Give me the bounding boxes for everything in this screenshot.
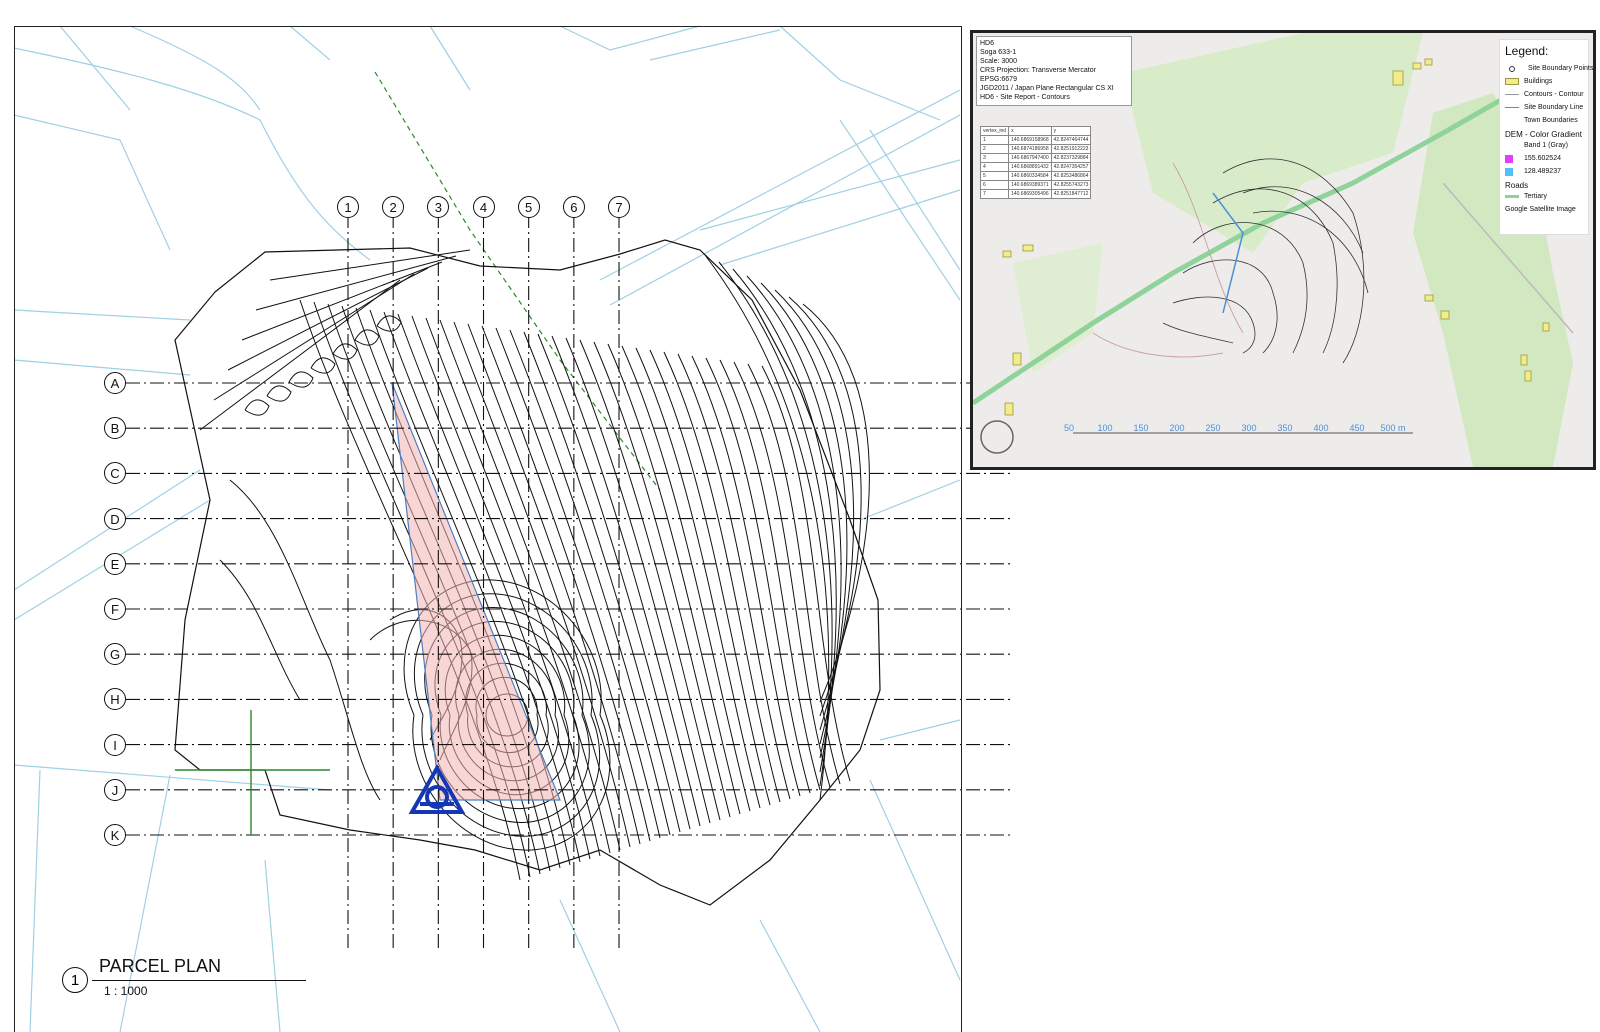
- grid-column-bubble[interactable]: 6: [562, 196, 585, 218]
- table-header-row: vertex_ind x y: [979, 126, 1092, 136]
- table-cell: 3: [979, 153, 1010, 163]
- map-info-box: HD6 Soga 633-1 Scale: 3000 CRS Projectio…: [976, 36, 1132, 106]
- scale-bar: 50 100 150 200 250 300 350 400 450 500 m: [1051, 423, 1411, 433]
- table-cell: 42.8247354257: [1050, 162, 1092, 172]
- scale-label: 350: [1277, 423, 1293, 433]
- table-cell: 1: [979, 135, 1010, 145]
- scale-label: 450: [1349, 423, 1365, 433]
- grid-column-bubble[interactable]: 5: [517, 196, 540, 218]
- map-legend: Legend: Site Boundary Points Buildings C…: [1499, 39, 1593, 235]
- table-row: 6 140.6869389371 42.8255743273: [979, 180, 1092, 190]
- table-cell: 140.6867947400: [1008, 153, 1052, 163]
- legend-item: Tertiary: [1505, 190, 1583, 203]
- table-cell: 6: [979, 180, 1010, 190]
- info-line: Soga 633-1: [980, 49, 1017, 56]
- gradient-high-icon: [1505, 154, 1513, 163]
- info-line: CRS Projection: Transverse Mercator: [980, 67, 1096, 74]
- grid-row-bubble[interactable]: I: [104, 733, 126, 756]
- sheet-border: [14, 26, 962, 1032]
- view-scale: 1 : 1000: [104, 984, 148, 998]
- legend-item: Contours - Contour: [1505, 88, 1584, 101]
- scale-label: 250: [1205, 423, 1221, 433]
- table-cell: 5: [979, 171, 1010, 181]
- view-name: PARCEL PLAN: [99, 956, 222, 976]
- view-title-rule: [92, 980, 306, 981]
- scale-label: 400: [1313, 423, 1329, 433]
- table-cell: x: [1008, 126, 1052, 136]
- grid-column-bubble[interactable]: 4: [472, 196, 495, 218]
- info-line: JGD2011 / Japan Plane Rectangular CS XI: [980, 85, 1114, 92]
- table-cell: 140.6874186958: [1008, 144, 1052, 154]
- table-row: 3 140.6867947400 42.8237329884: [979, 153, 1092, 163]
- table-cell: 42.8251912223: [1050, 144, 1092, 154]
- vertex-table: vertex_ind x y 1 140.6869158968 42.8247464744…: [979, 126, 1092, 199]
- legend-title: Legend:: [1505, 44, 1549, 58]
- table-row: 7 140.6869305496 42.8251847712: [979, 189, 1092, 199]
- info-line: Scale: 3000: [980, 58, 1017, 65]
- grid-row-bubble[interactable]: J: [104, 778, 126, 801]
- table-cell: 140.6869158968: [1008, 135, 1052, 145]
- map-view-inset[interactable]: HD6 Soga 633-1 Scale: 3000 CRS Projectio…: [970, 30, 1596, 470]
- grid-column-bubble[interactable]: 2: [382, 196, 405, 218]
- road-line-icon: [1505, 195, 1519, 198]
- legend-item: Site Boundary Points: [1505, 62, 1593, 75]
- info-line: HD6 - Site Report - Contours: [980, 94, 1070, 101]
- table-cell: 7: [979, 189, 1010, 199]
- info-line: EPSG:6679: [980, 76, 1017, 83]
- legend-item: Town Boundaries: [1524, 117, 1578, 124]
- building-swatch-icon: [1505, 78, 1519, 85]
- scale-label: 500 m: [1380, 423, 1406, 433]
- table-row: 4 140.6868891432 42.8247354257: [979, 162, 1092, 172]
- contour-line-icon: [1505, 94, 1519, 95]
- grid-column-bubble[interactable]: 1: [337, 196, 359, 218]
- grid-row-bubble[interactable]: E: [104, 552, 126, 575]
- gradient-low-icon: [1505, 167, 1513, 176]
- table-row: 5 140.6860334584 42.8253486864: [979, 171, 1092, 181]
- table-cell: 42.8253486864: [1050, 171, 1092, 181]
- table-cell: 42.8251847712: [1050, 189, 1092, 199]
- table-cell: 42.8237329884: [1050, 153, 1092, 163]
- dem-max: 155.602524: [1505, 152, 1583, 165]
- grid-column-bubble[interactable]: 7: [608, 196, 631, 218]
- table-cell: 140.6860334584: [1008, 171, 1052, 181]
- satellite-label: Google Satellite Image: [1505, 206, 1576, 213]
- table-cell: 42.8247464744: [1050, 135, 1092, 145]
- roads-title: Roads: [1505, 181, 1529, 190]
- scale-label: 50: [1063, 423, 1074, 433]
- table-cell: vertex_ind: [979, 126, 1010, 136]
- grid-row-bubble[interactable]: K: [104, 824, 126, 846]
- grid-row-bubble[interactable]: A: [104, 372, 126, 394]
- table-cell: 42.8255743273: [1050, 180, 1092, 190]
- table-cell: 4: [979, 162, 1010, 172]
- table-cell: 140.6868891432: [1008, 162, 1052, 172]
- legend-item: Buildings: [1505, 75, 1583, 88]
- dem-min: 128.489237: [1505, 165, 1583, 178]
- dem-title: DEM - Color Gradient: [1505, 130, 1582, 139]
- boundary-line-icon: [1505, 107, 1519, 108]
- circle-icon: [1509, 65, 1515, 72]
- scale-label: 300: [1241, 423, 1257, 433]
- table-cell: 140.6869305496: [1008, 189, 1052, 199]
- scale-label: 150: [1133, 423, 1149, 433]
- legend-item: Site Boundary Line: [1505, 101, 1583, 114]
- info-line: HD6: [980, 40, 995, 47]
- grid-row-bubble[interactable]: D: [104, 507, 126, 530]
- grid-row-bubble[interactable]: F: [104, 598, 126, 620]
- table-row: 2 140.6874186958 42.8251912223: [979, 144, 1092, 154]
- dem-band: Band 1 (Gray): [1524, 142, 1568, 149]
- view-number: 1: [62, 967, 88, 993]
- table-row: 1 140.6869158968 42.8247464744: [979, 135, 1092, 145]
- table-cell: 140.6869389371: [1008, 180, 1052, 190]
- scale-label: 200: [1169, 423, 1185, 433]
- table-cell: y: [1050, 126, 1092, 136]
- scale-label: 100: [1097, 423, 1113, 433]
- table-cell: 2: [979, 144, 1010, 154]
